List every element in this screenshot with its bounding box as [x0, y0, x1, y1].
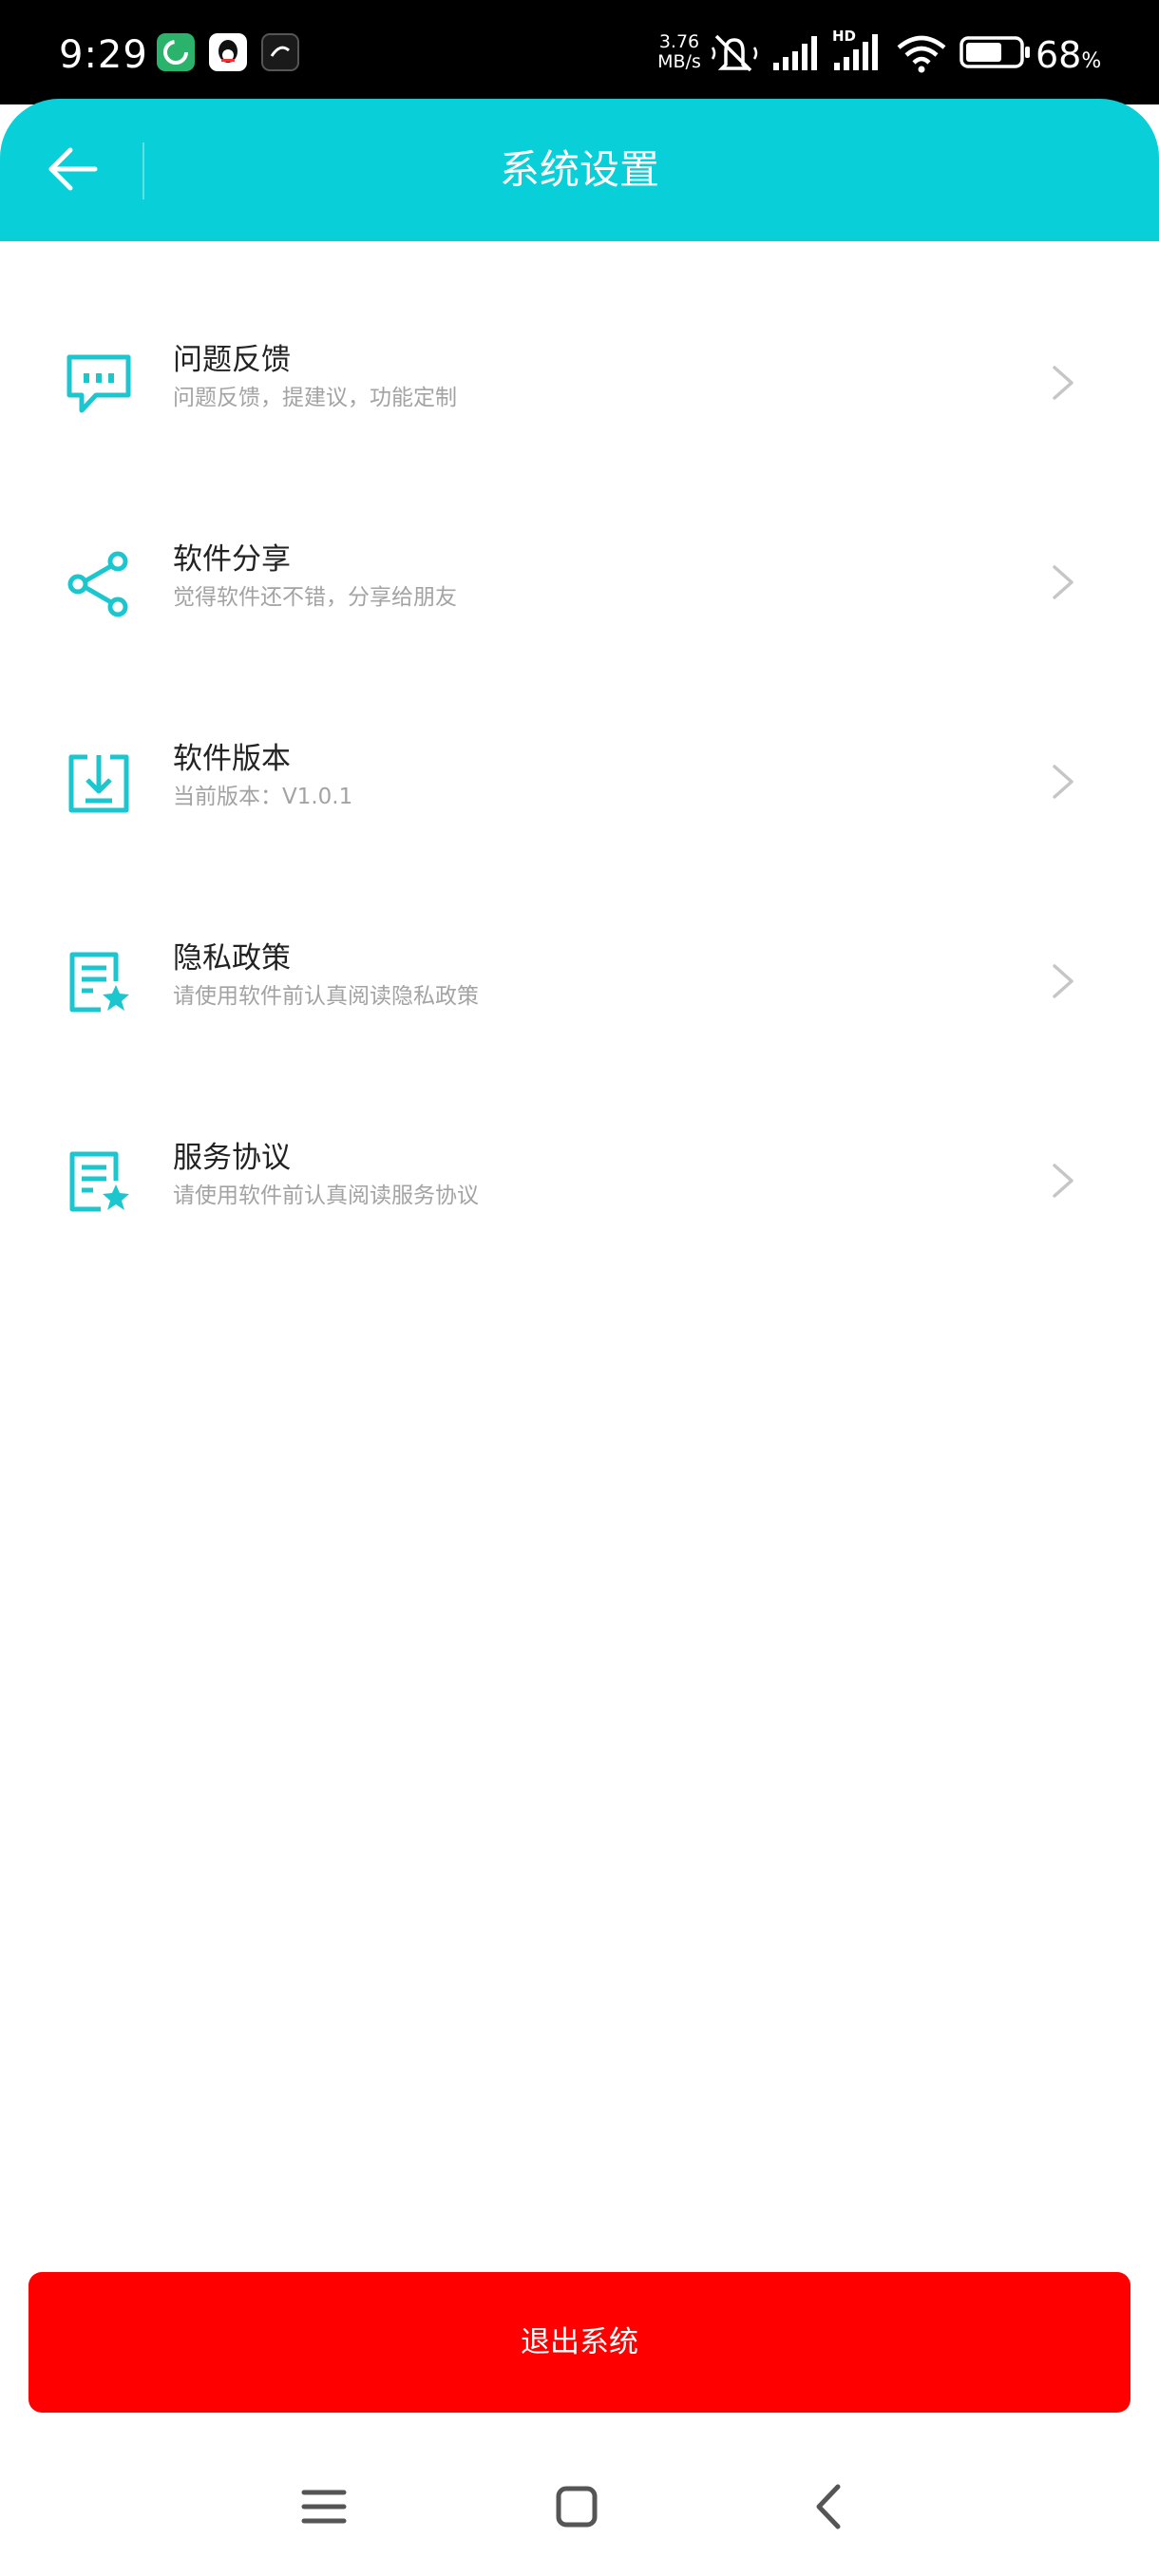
chevron-right-icon — [1043, 763, 1081, 801]
soul-icon — [261, 33, 299, 71]
settings-item-subtitle: 觉得软件还不错，分享给朋友 — [173, 585, 457, 610]
settings-item-agreement[interactable]: 服务协议 请使用软件前认真阅读服务协议 — [0, 1095, 1159, 1266]
chevron-right-icon — [1043, 563, 1081, 601]
app-header: 系统设置 — [0, 99, 1159, 241]
battery-value: 68 — [1036, 34, 1082, 76]
settings-item-version[interactable]: 软件版本 当前版本：V1.0.1 — [0, 696, 1159, 867]
settings-item-feedback[interactable]: 问题反馈 问题反馈，提建议，功能定制 — [0, 297, 1159, 468]
bell-muted-icon — [711, 32, 758, 78]
back-chevron-icon — [816, 2484, 841, 2529]
privacy-document-icon — [63, 947, 135, 1019]
qq-icon — [209, 33, 247, 71]
signal-hd-label: HD — [832, 28, 857, 45]
page-title: 系统设置 — [499, 146, 659, 193]
settings-item-share[interactable]: 软件分享 觉得软件还不错，分享给朋友 — [0, 497, 1159, 668]
wifi-icon — [895, 32, 948, 78]
settings-item-title: 软件版本 — [173, 742, 291, 776]
status-time: 9:29 — [59, 33, 148, 77]
settings-item-title: 问题反馈 — [173, 343, 291, 377]
chevron-right-icon — [1043, 364, 1081, 402]
signal-icon — [771, 32, 821, 78]
settings-item-subtitle: 问题反馈，提建议，功能定制 — [173, 386, 457, 410]
settings-item-title: 服务协议 — [173, 1141, 291, 1175]
network-speed-value: 3.76 — [658, 31, 700, 52]
chevron-right-icon — [1043, 1162, 1081, 1200]
menu-button[interactable] — [291, 2473, 357, 2540]
share-icon — [63, 548, 135, 620]
feedback-chat-icon — [63, 349, 135, 421]
battery-unit: % — [1081, 49, 1102, 73]
battery-icon — [960, 36, 1032, 72]
menu-icon — [301, 2490, 347, 2524]
network-speed: 3.76 MB/s — [652, 32, 707, 72]
network-speed-unit: MB/s — [657, 51, 701, 72]
settings-item-subtitle: 请使用软件前认真阅读服务协议 — [173, 1184, 479, 1208]
status-bar: 9:29 3.76 MB/s HD 68% — [0, 0, 1159, 104]
home-button[interactable] — [543, 2473, 610, 2540]
chevron-right-icon — [1043, 962, 1081, 1000]
settings-item-subtitle: 当前版本：V1.0.1 — [173, 785, 353, 809]
settings-item-privacy[interactable]: 隐私政策 请使用软件前认真阅读隐私政策 — [0, 896, 1159, 1067]
signal-hd-icon: HD — [832, 28, 884, 78]
settings-item-subtitle: 请使用软件前认真阅读隐私政策 — [173, 984, 479, 1009]
nav-back-button[interactable] — [796, 2473, 863, 2540]
agreement-document-icon — [63, 1146, 135, 1219]
logout-button[interactable]: 退出系统 — [28, 2272, 1130, 2413]
settings-item-title: 软件分享 — [173, 542, 291, 577]
home-square-icon — [556, 2486, 598, 2528]
settings-item-title: 隐私政策 — [173, 941, 291, 975]
download-version-icon — [63, 748, 135, 820]
battery-percentage: 68% — [1036, 30, 1101, 86]
green-app-icon — [157, 33, 195, 71]
